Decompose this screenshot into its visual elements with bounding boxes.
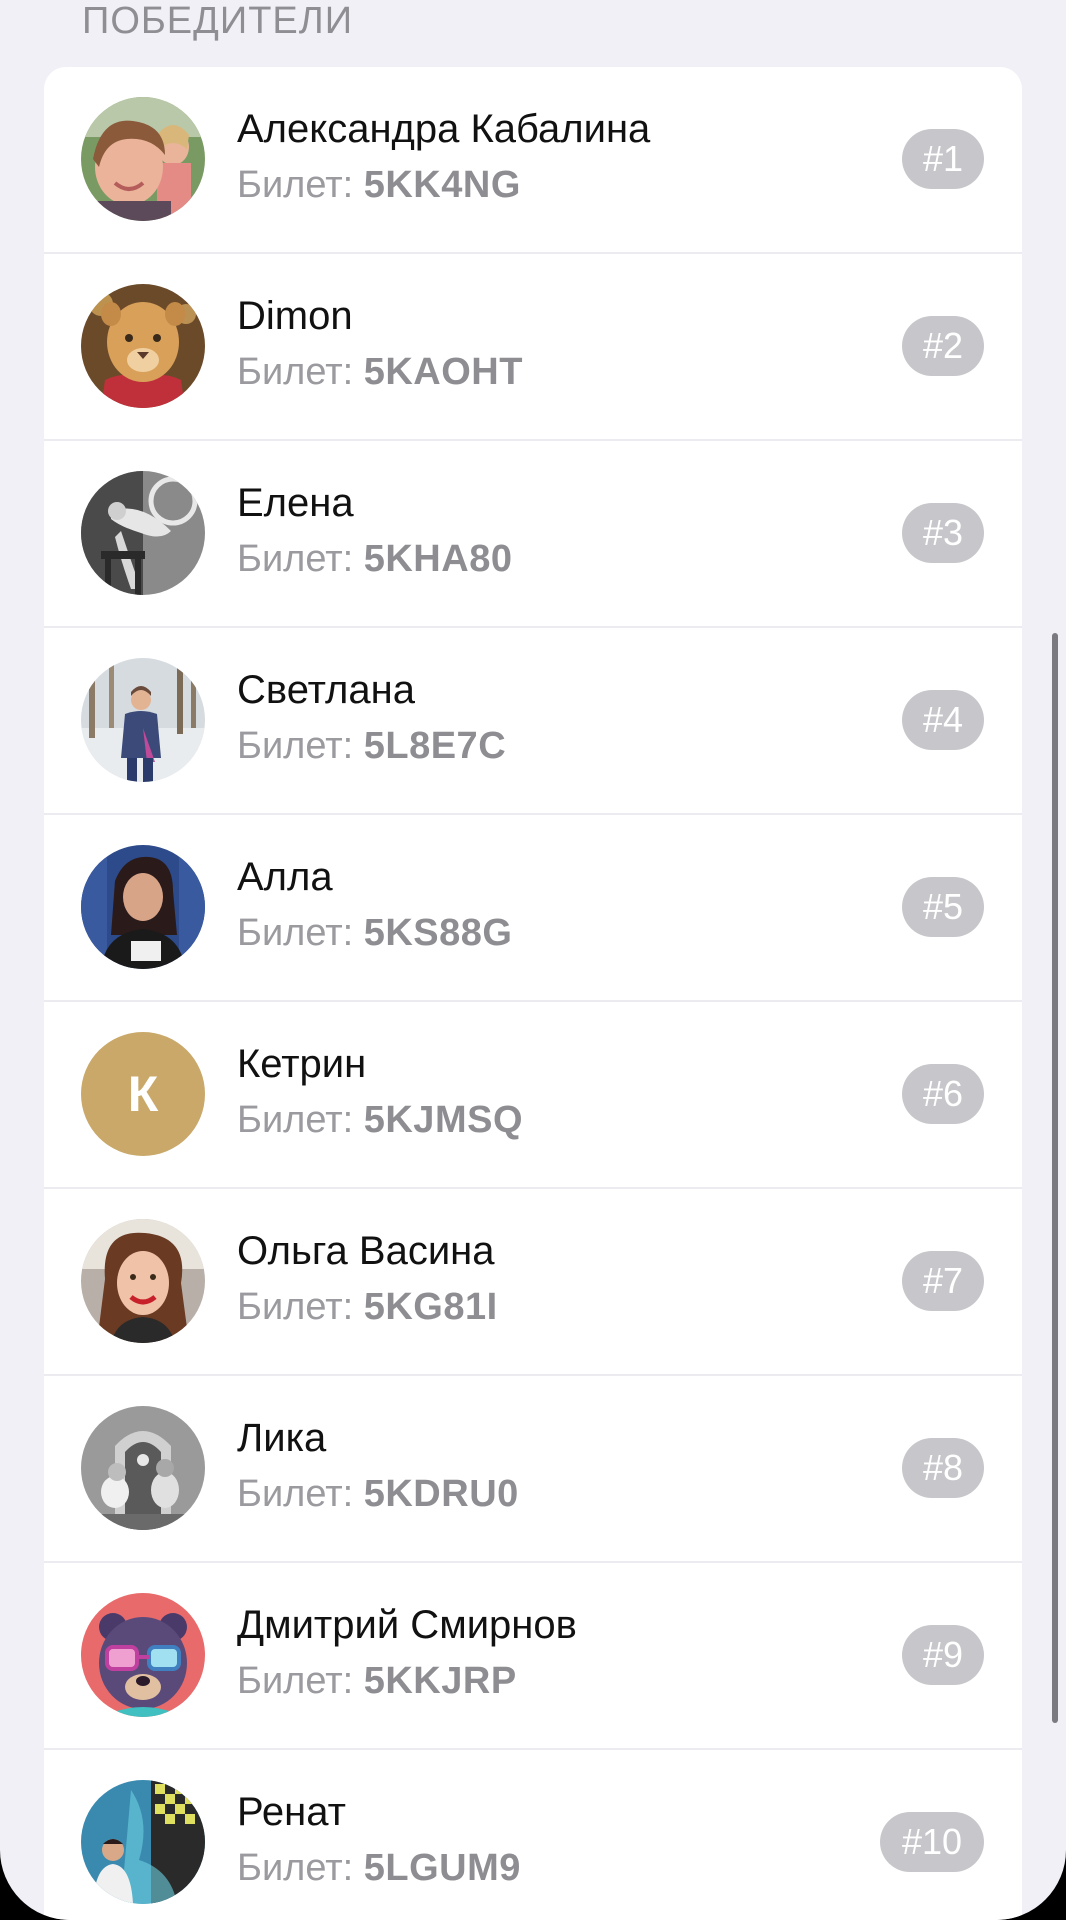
ticket-code: 5LGUM9 [363, 1847, 521, 1889]
avatar [81, 1593, 205, 1717]
winner-row[interactable]: Ольга Васина Билет: 5KG81I #7 [44, 1189, 1022, 1376]
ticket-code: 5KG81I [363, 1286, 498, 1328]
avatar [81, 284, 205, 408]
avatar [81, 97, 205, 221]
ticket-label: Билет: [237, 1473, 364, 1515]
winner-name: Елена [237, 481, 354, 525]
ticket-info: Билет: 5L8E7C [237, 725, 506, 768]
avatar [81, 1406, 205, 1530]
winner-name: Кетрин [237, 1042, 367, 1086]
ticket-label: Билет: [237, 912, 364, 954]
winner-name: Светлана [237, 668, 415, 712]
winner-row[interactable]: Dimon Билет: 5KAOHT #2 [44, 254, 1022, 441]
ticket-label: Билет: [237, 538, 364, 580]
ticket-info: Билет: 5KJMSQ [237, 1099, 523, 1142]
rank-badge: #6 [902, 1064, 984, 1124]
ticket-label: Билет: [237, 351, 364, 393]
ticket-code: 5KDRU0 [363, 1473, 519, 1515]
rank-badge: #5 [902, 877, 984, 937]
avatar [81, 845, 205, 969]
ticket-info: Билет: 5KKJRP [237, 1660, 517, 1703]
winner-row[interactable]: Лика Билет: 5KDRU0 #8 [44, 1376, 1022, 1563]
winner-name: Ольга Васина [237, 1229, 495, 1273]
rank-badge: #4 [902, 690, 984, 750]
rank-badge: #8 [902, 1438, 984, 1498]
winners-list: Александра Кабалина Билет: 5KK4NG #1 Dim… [44, 67, 1022, 1920]
ticket-info: Билет: 5KK4NG [237, 164, 521, 207]
ticket-label: Билет: [237, 1660, 364, 1702]
ticket-code: 5KAOHT [363, 351, 523, 393]
winner-row[interactable]: Алла Билет: 5KS88G #5 [44, 815, 1022, 1002]
winner-name: Александра Кабалина [237, 107, 651, 151]
avatar-letter: К [127, 1066, 159, 1122]
avatar [81, 658, 205, 782]
ticket-code: 5KKJRP [363, 1660, 517, 1702]
ticket-info: Билет: 5LGUM9 [237, 1847, 521, 1890]
ticket-code: 5KJMSQ [363, 1099, 524, 1141]
winner-row[interactable]: Елена Билет: 5KHA80 #3 [44, 441, 1022, 628]
section-title: ПОБЕДИТЕЛИ [82, 0, 354, 42]
ticket-label: Билет: [237, 1847, 364, 1889]
winner-name: Дмитрий Смирнов [237, 1603, 577, 1647]
rank-badge: #2 [902, 316, 984, 376]
avatar [81, 1219, 205, 1343]
scrollbar[interactable] [1052, 633, 1058, 1723]
avatar [81, 1780, 205, 1904]
rank-badge: #10 [880, 1812, 984, 1872]
ticket-label: Билет: [237, 1099, 364, 1141]
winner-row[interactable]: К Кетрин Билет: 5KJMSQ #6 [44, 1002, 1022, 1189]
winner-row[interactable]: Ренат Билет: 5LGUM9 #10 [44, 1750, 1022, 1920]
ticket-code: 5L8E7C [363, 725, 507, 767]
ticket-label: Билет: [237, 725, 364, 767]
winner-name: Ренат [237, 1790, 346, 1834]
winner-row[interactable]: Светлана Билет: 5L8E7C #4 [44, 628, 1022, 815]
avatar [81, 471, 205, 595]
ticket-code: 5KS88G [363, 912, 513, 954]
rank-badge: #3 [902, 503, 984, 563]
ticket-info: Билет: 5KHA80 [237, 538, 512, 581]
winner-name: Лика [237, 1416, 327, 1460]
ticket-info: Билет: 5KAOHT [237, 351, 523, 394]
rank-badge: #7 [902, 1251, 984, 1311]
ticket-code: 5KHA80 [363, 538, 513, 580]
screen: ПОБЕДИТЕЛИ Александра Кабалина Билет: 5K… [0, 0, 1066, 1920]
rank-badge: #1 [902, 129, 984, 189]
winner-row[interactable]: Александра Кабалина Билет: 5KK4NG #1 [44, 67, 1022, 254]
winner-name: Dimon [237, 294, 353, 338]
ticket-info: Билет: 5KG81I [237, 1286, 498, 1329]
avatar: К [81, 1032, 205, 1156]
ticket-label: Билет: [237, 164, 364, 206]
winner-row[interactable]: Дмитрий Смирнов Билет: 5KKJRP #9 [44, 1563, 1022, 1750]
ticket-label: Билет: [237, 1286, 364, 1328]
winner-name: Алла [237, 855, 333, 899]
ticket-code: 5KK4NG [363, 164, 521, 206]
ticket-info: Билет: 5KS88G [237, 912, 512, 955]
ticket-info: Билет: 5KDRU0 [237, 1473, 519, 1516]
rank-badge: #9 [902, 1625, 984, 1685]
